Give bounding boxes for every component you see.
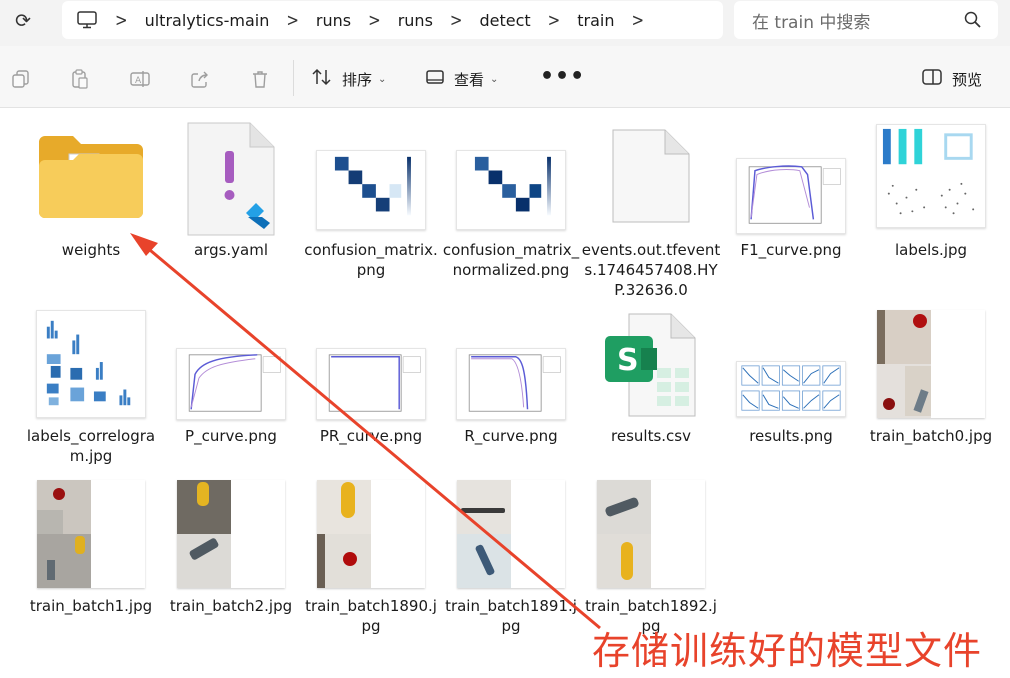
breadcrumb-item[interactable]: detect [479, 11, 530, 30]
breadcrumb-item[interactable]: runs [398, 11, 433, 30]
svg-text:A: A [135, 76, 142, 86]
generic-file-icon [586, 126, 716, 226]
annotation-text: 存储训练好的模型文件 [592, 629, 983, 673]
image-thumbnail [166, 478, 296, 590]
more-options-button[interactable]: ••• [540, 66, 585, 88]
address-row: ⟳ > ultralytics-main > runs > runs > det… [0, 0, 1010, 46]
search-box[interactable]: 在 train 中搜索 [734, 1, 998, 39]
copy-icon[interactable] [10, 68, 32, 90]
preview-pane-icon [922, 69, 942, 89]
train-batch-photo [457, 480, 565, 588]
file-name: train_batch0.jpg [869, 427, 993, 445]
train-batch-photo [37, 480, 145, 588]
file-name: results.png [749, 427, 833, 445]
file-name: train_batch2.jpg [169, 597, 293, 615]
folder-icon [26, 130, 156, 222]
chevron-right-icon[interactable]: > [368, 9, 381, 31]
refresh-icon[interactable]: ⟳ [10, 8, 36, 34]
csv-file-icon: S [586, 312, 716, 420]
toolbar-divider [293, 60, 294, 96]
image-thumbnail [446, 478, 576, 590]
chevron-right-icon[interactable]: > [115, 9, 128, 31]
breadcrumb-item[interactable]: train [577, 11, 614, 30]
chevron-down-icon: ⌄ [378, 73, 387, 85]
yaml-file-icon [166, 120, 296, 238]
image-thumbnail [306, 478, 436, 590]
view-button[interactable]: 查看 ⌄ [426, 68, 498, 90]
chevron-right-icon[interactable]: > [450, 9, 463, 31]
preview-label: 预览 [952, 70, 983, 89]
file-name: F1_curve.png [740, 241, 842, 259]
train-batch-photo [877, 310, 985, 418]
train-batch-photo [177, 480, 285, 588]
train-batch-photo [317, 480, 425, 588]
image-thumbnail [866, 124, 996, 228]
file-name: args.yaml [193, 241, 269, 259]
image-thumbnail [26, 478, 156, 590]
breadcrumb-item[interactable]: ultralytics-main [145, 11, 270, 30]
chevron-down-icon: ⌄ [490, 73, 499, 85]
sort-button[interactable]: 排序 ⌄ [312, 68, 386, 90]
view-icon [426, 69, 444, 89]
file-name: R_curve.png [464, 427, 558, 445]
image-thumbnail [306, 348, 436, 420]
file-name: labels.jpg [894, 241, 968, 259]
sort-icon [312, 68, 332, 90]
file-name: events.out.tfevents.1746457408.HYP.32636… [581, 241, 721, 299]
file-name: results.csv [611, 427, 691, 445]
file-name: weights [61, 241, 121, 259]
train-batch-photo [597, 480, 705, 588]
sort-label: 排序 [342, 70, 373, 89]
file-name: train_batch1891.jpg [445, 597, 577, 635]
file-grid: weights args.yaml confusion_matrix.png c… [0, 110, 1010, 678]
share-icon[interactable] [189, 68, 211, 90]
file-name: confusion_matrix.png [304, 241, 438, 279]
file-name: confusion_matrix_normalized.png [442, 241, 580, 279]
image-thumbnail [726, 358, 856, 420]
rename-icon[interactable]: A [129, 68, 151, 90]
file-name: labels_correlogram.jpg [26, 427, 156, 465]
chevron-right-icon[interactable]: > [632, 9, 645, 31]
preview-button[interactable]: 预览 [922, 68, 982, 90]
view-label: 查看 [454, 70, 485, 89]
svg-text:S: S [617, 343, 639, 378]
file-name: PR_curve.png [319, 427, 423, 445]
delete-icon[interactable] [249, 68, 271, 90]
chevron-right-icon[interactable]: > [286, 9, 299, 31]
image-thumbnail [26, 308, 156, 420]
file-name: train_batch1.jpg [29, 597, 153, 615]
paste-icon[interactable] [69, 68, 91, 90]
image-thumbnail [726, 158, 856, 234]
command-bar: A 排序 ⌄ 查看 ⌄ ••• 预览 [0, 46, 1010, 108]
image-thumbnail [306, 150, 436, 230]
file-name: P_curve.png [185, 427, 277, 445]
image-thumbnail [446, 150, 576, 230]
image-thumbnail [166, 348, 296, 420]
search-icon[interactable] [964, 11, 982, 29]
image-thumbnail [586, 478, 716, 590]
chevron-right-icon[interactable]: > [548, 9, 561, 31]
breadcrumb-item[interactable]: runs [316, 11, 351, 30]
image-thumbnail [866, 308, 996, 420]
address-bar[interactable]: > ultralytics-main > runs > runs > detec… [62, 1, 723, 39]
search-placeholder: 在 train 中搜索 [752, 12, 871, 33]
file-name: train_batch1890.jpg [305, 597, 437, 635]
this-pc-icon[interactable] [76, 9, 98, 31]
image-thumbnail [446, 348, 576, 420]
